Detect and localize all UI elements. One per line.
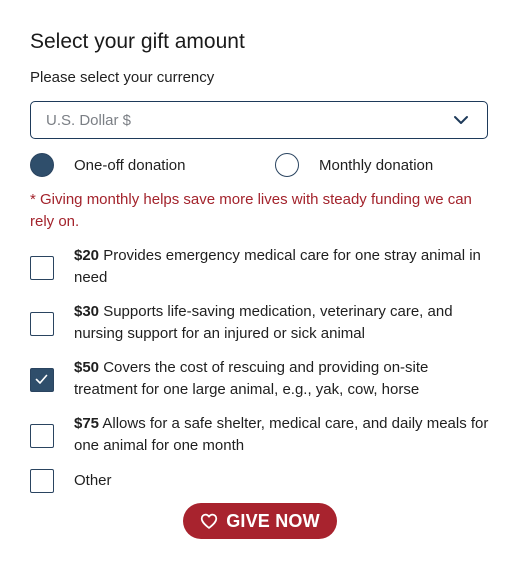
page-title: Select your gift amount xyxy=(30,30,245,53)
amount-description: Provides emergency medical care for one … xyxy=(74,247,481,286)
radio-one-off-button[interactable] xyxy=(30,153,54,177)
radio-monthly[interactable]: Monthly donation xyxy=(275,152,433,178)
radio-monthly-label: Monthly donation xyxy=(319,156,434,174)
amount-option-30[interactable]: $30 Supports life-saving medication, vet… xyxy=(30,301,492,347)
amount-option-text: $75 Allows for a safe shelter, medical c… xyxy=(74,413,492,457)
checkmark-icon xyxy=(35,374,48,384)
monthly-note: * Giving monthly helps save more lives w… xyxy=(30,191,472,230)
chevron-down-icon xyxy=(454,116,468,124)
give-now-button[interactable]: GIVE NOW xyxy=(183,503,337,539)
currency-select-value: U.S. Dollar $ xyxy=(46,111,132,129)
amount-checkbox-50[interactable] xyxy=(30,368,54,392)
amount-checkbox-20[interactable] xyxy=(30,256,54,280)
amount-option-text: $20 Provides emergency medical care for … xyxy=(74,245,492,289)
amount-checkbox-75[interactable] xyxy=(30,424,54,448)
amount-option-50[interactable]: $50 Covers the cost of rescuing and prov… xyxy=(30,357,492,403)
radio-one-off[interactable]: One-off donation xyxy=(30,152,185,178)
radio-one-off-label: One-off donation xyxy=(74,156,186,174)
amount-value: $20 xyxy=(74,247,100,264)
amount-checkbox-30[interactable] xyxy=(30,312,54,336)
currency-select[interactable]: U.S. Dollar $ xyxy=(30,101,488,139)
amount-value: $75 xyxy=(74,415,100,432)
amount-description: Allows for a safe shelter, medical care,… xyxy=(74,415,489,454)
amount-description: Supports life-saving medication, veterin… xyxy=(74,303,453,342)
radio-monthly-button[interactable] xyxy=(275,153,299,177)
amount-option-other-label: Other xyxy=(74,472,112,489)
amount-option-text: $50 Covers the cost of rescuing and prov… xyxy=(74,357,492,401)
amount-value: $50 xyxy=(74,359,100,376)
heart-icon xyxy=(201,513,218,529)
currency-label: Please select your currency xyxy=(30,69,215,86)
give-now-label: GIVE NOW xyxy=(226,510,320,531)
amount-option-20[interactable]: $20 Provides emergency medical care for … xyxy=(30,245,492,291)
amount-option-text: $30 Supports life-saving medication, vet… xyxy=(74,301,492,345)
amount-option-75[interactable]: $75 Allows for a safe shelter, medical c… xyxy=(30,413,492,459)
amount-description: Covers the cost of rescuing and providin… xyxy=(74,359,429,398)
amount-checkbox-other[interactable] xyxy=(30,469,54,493)
amount-option-other[interactable]: Other xyxy=(30,469,492,493)
amount-value: $30 xyxy=(74,303,100,320)
